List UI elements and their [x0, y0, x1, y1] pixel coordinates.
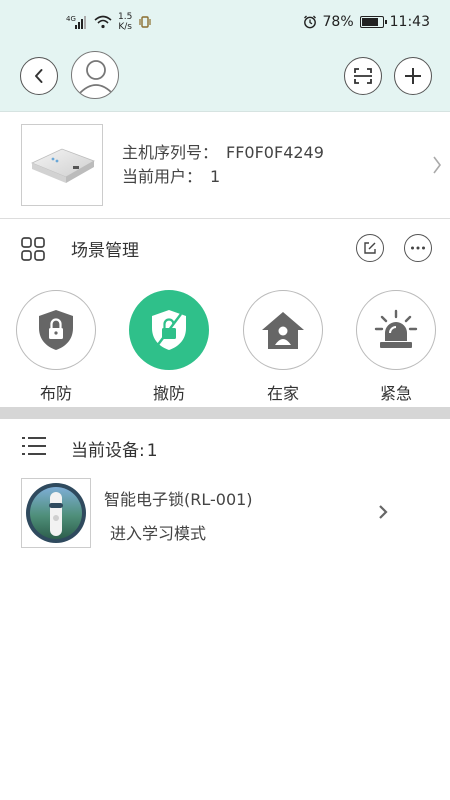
battery-icon [359, 16, 387, 28]
plus-icon [405, 68, 421, 84]
mode-home-label: 在家 [266, 384, 299, 403]
alarm-light-icon [374, 309, 418, 348]
scan-icon [354, 68, 372, 84]
user-avatar-icon [78, 60, 114, 95]
mode-emergency-label: 紧急 [379, 384, 412, 403]
mode-emergency[interactable]: 紧急 [355, 290, 437, 404]
scan-button[interactable] [344, 57, 382, 95]
scene-header: 场景管理 [0, 220, 450, 276]
mode-disarm[interactable]: 撤防 [128, 290, 210, 404]
grid-icon [21, 237, 45, 261]
devices-title: 当前设备: 1 [71, 436, 158, 461]
back-button[interactable] [20, 57, 58, 95]
chevron-right-icon [433, 156, 441, 174]
mode-arm[interactable]: 布防 [15, 290, 97, 404]
host-serial-label: 主机序列号： [122, 143, 219, 162]
net-speed-unit: K/s [118, 22, 132, 32]
status-bar: 4G 1.5 K/s 78% 11:43 [0, 0, 450, 46]
host-user-value: 1 [210, 167, 221, 186]
edit-icon [364, 242, 376, 254]
device-detail-chevron[interactable] [378, 504, 388, 524]
chevron-right-icon [379, 505, 388, 519]
devices-title-label: 当前设备: [71, 441, 145, 461]
clock-time: 11:43 [389, 14, 430, 30]
battery-level [361, 18, 378, 26]
mode-home-button[interactable] [243, 290, 323, 370]
host-user-row: 当前用户： 1 [122, 165, 324, 189]
devices-header: 当前设备: 1 [0, 420, 450, 472]
wifi-icon [94, 15, 112, 29]
mode-arm-button[interactable] [16, 290, 96, 370]
scene-title: 场景管理 [71, 241, 139, 261]
mode-disarm-label: 撤防 [152, 384, 185, 403]
alarm-clock-icon [303, 15, 316, 29]
edit-scene-button[interactable] [356, 234, 384, 262]
mode-home[interactable]: 在家 [242, 290, 324, 404]
network-type: 4G [66, 15, 76, 23]
header: 4G 1.5 K/s 78% 11:43 [0, 0, 450, 112]
scene-modes: 布防 撤防 在家 紧急 [0, 290, 450, 404]
host-serial-value: FF0F0F4249 [226, 143, 324, 162]
device-name: 智能电子锁(RL-001) [104, 490, 253, 509]
status-right: 78% 11:43 [303, 14, 430, 30]
shield-lock-icon [39, 310, 73, 350]
vibrate-icon [139, 16, 151, 28]
host-serial-row: 主机序列号： FF0F0F4249 [122, 141, 324, 165]
host-detail-chevron[interactable] [432, 155, 442, 179]
host-device-image [21, 124, 103, 206]
home-person-icon [262, 312, 304, 349]
net-speed: 1.5 K/s [118, 12, 132, 32]
host-info: 主机序列号： FF0F0F4249 当前用户： 1 [122, 141, 324, 189]
status-left: 4G 1.5 K/s [66, 12, 152, 32]
mode-disarm-button[interactable] [129, 290, 209, 370]
cell-signal-icon: 4G [66, 15, 86, 29]
devices-count: 1 [146, 441, 158, 461]
gateway-device-icon [31, 148, 95, 183]
smart-lock-icon [26, 483, 86, 543]
device-image [21, 478, 91, 548]
user-avatar-button[interactable] [71, 51, 119, 99]
host-user-label: 当前用户： [122, 167, 203, 186]
more-options-button[interactable] [404, 234, 432, 262]
shield-unlock-icon [152, 310, 186, 350]
add-button[interactable] [394, 57, 432, 95]
chevron-left-icon [35, 69, 43, 83]
list-icon [22, 437, 46, 455]
device-list-item[interactable]: 智能电子锁(RL-001) 进入学习模式 [0, 476, 450, 554]
device-status: 进入学习模式 [110, 524, 207, 543]
host-card[interactable]: 主机序列号： FF0F0F4249 当前用户： 1 [0, 113, 450, 219]
section-divider [0, 407, 450, 419]
more-dots-icon [411, 246, 425, 250]
mode-emergency-button[interactable] [356, 290, 436, 370]
net-speed-value: 1.5 [118, 12, 133, 22]
battery-percent: 78% [322, 14, 354, 30]
mode-arm-label: 布防 [39, 384, 72, 403]
